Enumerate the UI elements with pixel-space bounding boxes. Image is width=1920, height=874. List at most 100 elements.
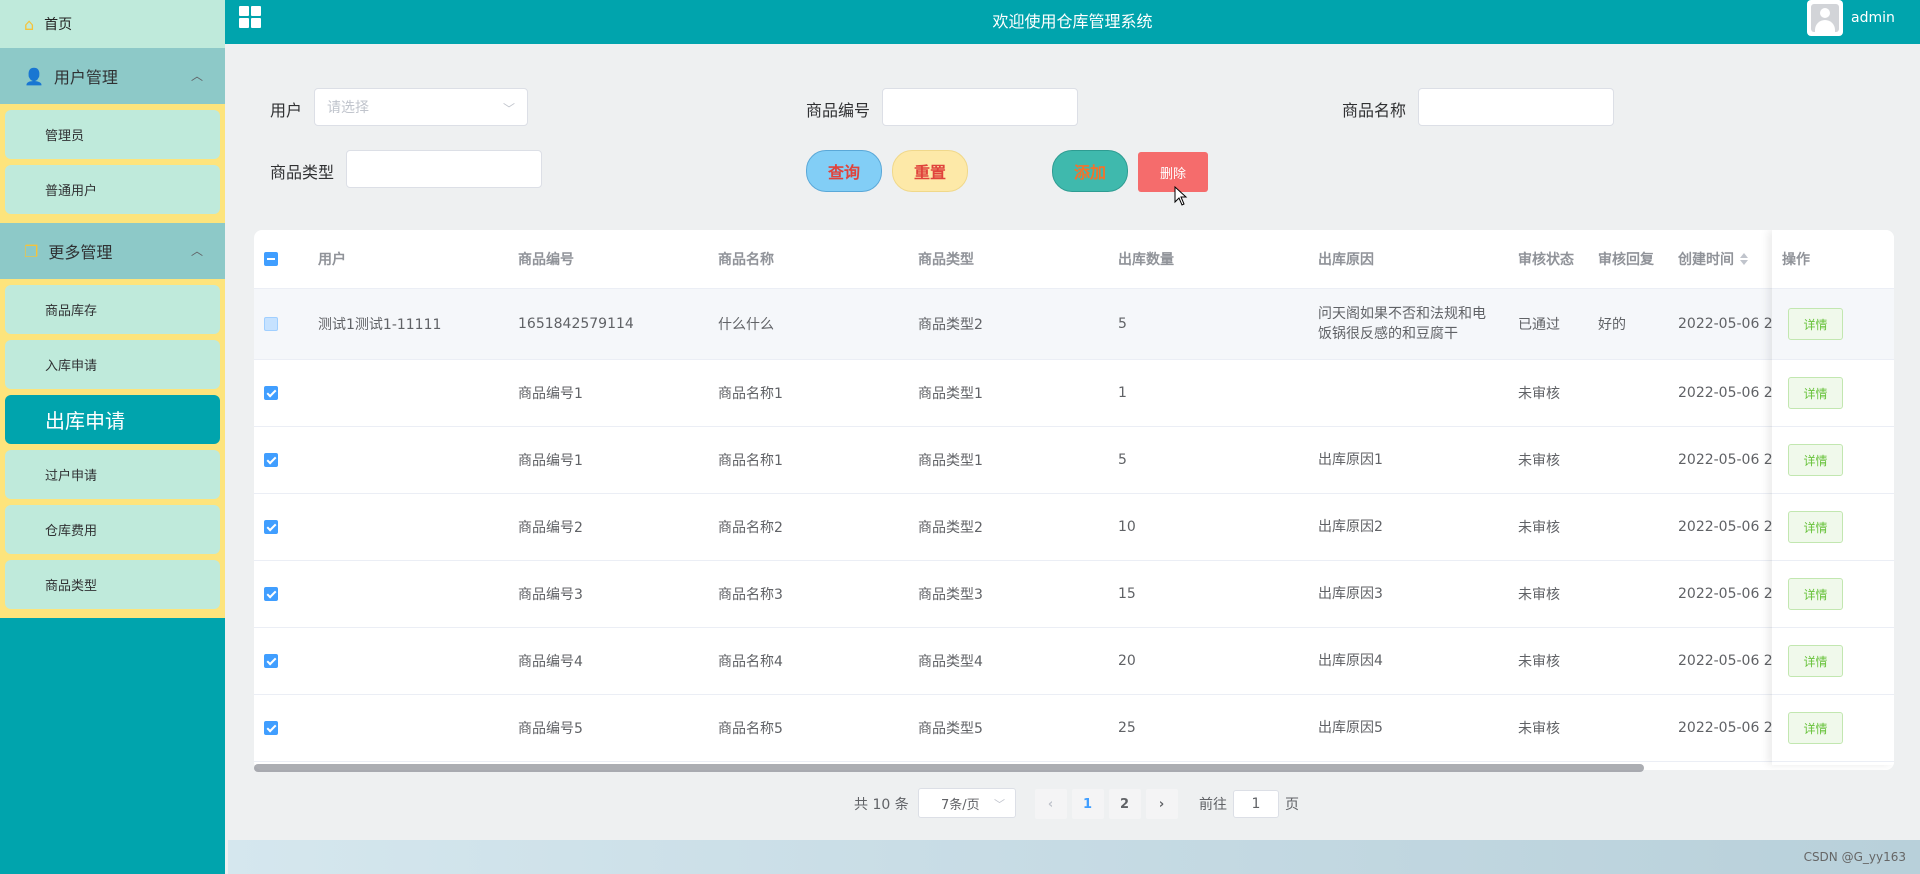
user-select-placeholder: 请选择 [327, 100, 369, 116]
page-button-1[interactable]: 1 [1071, 789, 1104, 819]
sidebar-item-inbound[interactable]: 入库申请 [5, 340, 220, 389]
user-select[interactable]: 请选择 ﹀ [314, 88, 528, 126]
cell-reason: 出库原因1 [1318, 452, 1383, 468]
row-checkbox[interactable] [264, 520, 278, 534]
cell-name: 商品名称1 [718, 453, 783, 469]
detail-button[interactable]: 详情 [1788, 511, 1843, 543]
action-cell: 详情 [1772, 561, 1894, 628]
col-header-status: 审核状态 [1518, 252, 1574, 268]
sidebar-item-goods-type[interactable]: 商品类型 [5, 560, 220, 609]
cell-name: 商品名称2 [718, 520, 783, 536]
chevron-down-icon: ﹀ [994, 798, 1005, 811]
cell-qty: 5 [1118, 452, 1127, 468]
delete-button[interactable]: 删除 [1138, 152, 1208, 192]
pagination-jumper: 前往 1 页 [1199, 788, 1299, 820]
cell-status: 未审核 [1518, 721, 1560, 737]
col-header-time[interactable]: 创建时间 [1678, 230, 1772, 288]
cell-reply [1598, 695, 1668, 761]
row-checkbox[interactable] [264, 721, 278, 735]
cell-time: 2022-05-06 20: [1678, 586, 1772, 602]
sidebar-item-admin[interactable]: 管理员 [5, 110, 220, 159]
code-input[interactable] [882, 88, 1078, 126]
action-cell: 详情 [1772, 360, 1894, 427]
cell-status: 未审核 [1518, 520, 1560, 536]
sort-icon[interactable] [1740, 253, 1748, 265]
cell-qty: 5 [1118, 316, 1127, 332]
sidebar-item-label: 仓库费用 [45, 524, 98, 539]
table-row[interactable]: 商品编号1 商品名称1 商品类型1 5 出库原因1 未审核 2022-05-06 20: [254, 427, 1894, 494]
table-row[interactable]: 商品编号4 商品名称4 商品类型4 20 出库原因4 未审核 2022-05-06 20: [254, 628, 1894, 695]
username[interactable]: admin [1851, 10, 1895, 26]
table-row[interactable]: 商品编号5 商品名称5 商品类型5 25 出库原因5 未审核 2022-05-06 20: [254, 695, 1894, 762]
sidebar-item-home[interactable]: ⌂ 首页 [0, 0, 225, 48]
sidebar-item-label: 普通用户 [45, 184, 98, 199]
detail-button[interactable]: 详情 [1788, 444, 1843, 476]
sidebar-item-normal-user[interactable]: 普通用户 [5, 165, 220, 214]
cell-qty: 20 [1118, 653, 1136, 669]
cell-reply [1598, 360, 1668, 426]
sidebar-group-body: 商品库存 入库申请 出库申请 过户申请 仓库费用 商品类型 [0, 279, 225, 618]
page-size-select[interactable]: 7条/页 ﹀ [918, 788, 1016, 818]
user-icon: 👤 [24, 66, 44, 86]
cell-user: 测试1测试1-11111 [318, 317, 442, 333]
code-filter-label: 商品编号 [806, 101, 871, 120]
add-button[interactable]: 添加 [1052, 150, 1128, 192]
query-button[interactable]: 查询 [806, 150, 882, 192]
sidebar-item-outbound[interactable]: 出库申请 [5, 395, 220, 444]
cell-user [318, 427, 508, 493]
select-all-checkbox[interactable] [264, 252, 278, 266]
sidebar-item-fees[interactable]: 仓库费用 [5, 505, 220, 554]
table-row[interactable]: 商品编号3 商品名称3 商品类型3 15 出库原因3 未审核 2022-05-06 20: [254, 561, 1894, 628]
detail-button[interactable]: 详情 [1788, 645, 1843, 677]
row-checkbox[interactable] [264, 453, 278, 467]
sidebar-group-more-management[interactable]: ❐ 更多管理 ︿ [0, 223, 225, 279]
col-header-reason: 出库原因 [1318, 252, 1374, 268]
col-header-action: 操作 [1772, 230, 1894, 289]
row-checkbox[interactable] [264, 587, 278, 601]
pagination-pages: ‹ 1 2 › [1032, 788, 1180, 820]
page-button-2[interactable]: 2 [1108, 789, 1141, 819]
reset-button[interactable]: 重置 [892, 150, 968, 192]
table-row[interactable]: 商品编号1 商品名称1 商品类型1 1 未审核 2022-05-06 21: [254, 360, 1894, 427]
home-icon: ⌂ [24, 14, 35, 34]
cell-reply [1598, 494, 1668, 560]
type-filter-label: 商品类型 [270, 163, 335, 182]
goto-page-input[interactable]: 1 [1233, 790, 1279, 818]
type-input[interactable] [346, 150, 542, 188]
cell-reply [1598, 427, 1668, 493]
col-header-type: 商品类型 [918, 252, 974, 268]
col-header-qty: 出库数量 [1118, 252, 1174, 268]
horizontal-scrollbar[interactable] [254, 764, 1644, 772]
chevron-down-icon: ﹀ [502, 102, 515, 116]
table-row[interactable]: 商品编号2 商品名称2 商品类型2 10 出库原因2 未审核 2022-05-06 20: [254, 494, 1894, 561]
sidebar-group-label: 用户管理 [53, 68, 118, 87]
cell-user [318, 628, 508, 694]
user-filter-label: 用户 [270, 101, 303, 120]
sidebar-item-label: 商品类型 [45, 579, 98, 594]
detail-button[interactable]: 详情 [1788, 308, 1843, 340]
cell-user [318, 360, 508, 426]
row-checkbox[interactable] [264, 386, 278, 400]
sidebar-item-inventory[interactable]: 商品库存 [5, 285, 220, 334]
cell-user [318, 695, 508, 761]
cell-qty: 10 [1118, 519, 1136, 535]
sidebar-item-label: 过户申请 [45, 469, 98, 484]
fixed-action-column: 操作 详情 详情 详情 详情 详情 详情 详情 [1772, 230, 1894, 765]
detail-button[interactable]: 详情 [1788, 712, 1843, 744]
cell-status: 未审核 [1518, 453, 1560, 469]
cell-reason: 出库原因4 [1318, 653, 1383, 669]
table-row[interactable]: 测试1测试1-11111 1651842579114 什么什么 商品类型2 5 问天阁如果… [254, 289, 1894, 360]
sidebar-item-transfer[interactable]: 过户申请 [5, 450, 220, 499]
row-checkbox[interactable] [264, 317, 278, 331]
detail-button[interactable]: 详情 [1788, 578, 1843, 610]
footer-credit: CSDN @G_yy163 [1803, 850, 1906, 864]
cell-code: 商品编号5 [518, 721, 583, 737]
avatar[interactable] [1807, 0, 1843, 36]
row-checkbox[interactable] [264, 654, 278, 668]
sidebar-group-user-management[interactable]: 👤 用户管理 ︿ [0, 48, 225, 104]
table-header-row: 用户 商品编号 商品名称 商品类型 出库数量 出库原因 审核状态 审核回复 创建… [254, 230, 1894, 289]
prev-page-button[interactable]: ‹ [1034, 789, 1067, 819]
detail-button[interactable]: 详情 [1788, 377, 1843, 409]
name-input[interactable] [1418, 88, 1614, 126]
next-page-button[interactable]: › [1145, 789, 1178, 819]
